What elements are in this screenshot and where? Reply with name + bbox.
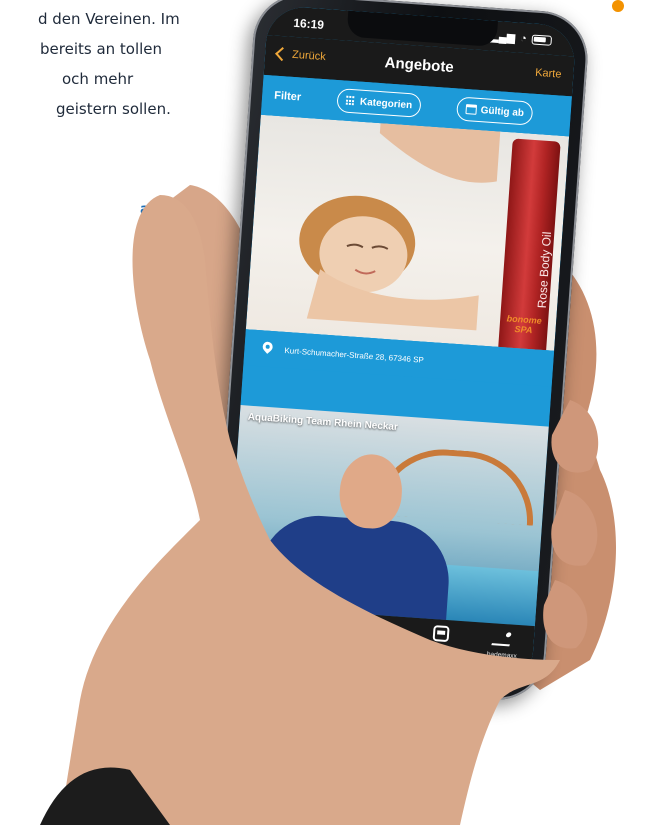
massage-photo bbox=[299, 123, 501, 331]
tab-stadt-speyer[interactable]: ♜ Stadt Speyer bbox=[348, 619, 410, 652]
article-line: d den Vereinen. Im bbox=[38, 10, 180, 28]
background-article: d den Vereinen. Im bereits an tollen och… bbox=[0, 0, 200, 400]
tab-label: Mobilität bbox=[427, 646, 453, 656]
valid-from-label: Gültig ab bbox=[480, 104, 525, 119]
categories-label: Kategorien bbox=[359, 96, 413, 111]
wave-logo-icon bbox=[303, 622, 333, 640]
categories-button[interactable]: Kategorien bbox=[336, 88, 422, 118]
location-pin-icon bbox=[262, 341, 273, 356]
tab-label: Start bbox=[248, 634, 263, 643]
article-line: nden! bbox=[160, 350, 200, 368]
tab-label: bademaxx bbox=[486, 650, 518, 660]
grid-icon bbox=[345, 95, 357, 107]
smartphone: 16:19 ▂▄▆ ◔ Zurück Angebote Karte Filter… bbox=[208, 0, 591, 703]
article-heading: en bbox=[154, 230, 175, 248]
status-icons: ▂▄▆ ◔ bbox=[490, 30, 553, 47]
tab-start[interactable]: Start bbox=[225, 611, 287, 644]
bottle-brand-logo: bonome SPA bbox=[506, 313, 543, 336]
battery-icon bbox=[531, 33, 553, 46]
swimmer-icon bbox=[491, 629, 515, 647]
offer-address: Kurt-Schumacher-Straße 28, 67346 SP bbox=[284, 345, 425, 365]
offer-card-aquabiking[interactable]: AquaBiking Team Rhein Neckar bbox=[226, 405, 549, 627]
valid-from-button[interactable]: Gültig ab bbox=[455, 96, 534, 126]
article-line: bereits an tollen bbox=[40, 40, 163, 58]
filter-label: Filter bbox=[273, 89, 302, 104]
home-indicator[interactable] bbox=[321, 663, 432, 676]
phone-screen: 16:19 ▂▄▆ ◔ Zurück Angebote Karte Filter… bbox=[222, 5, 577, 689]
article-line: oder bbox=[142, 290, 177, 308]
accent-dot bbox=[612, 0, 624, 12]
article-heading: altung bbox=[140, 200, 195, 218]
city-logo-icon: ♜ bbox=[373, 621, 386, 637]
status-time: 16:19 bbox=[292, 15, 325, 32]
tab-bademaxx[interactable]: bademaxx bbox=[472, 628, 534, 661]
wifi-icon: ◔ bbox=[519, 32, 528, 45]
tab-label: Stadt Speyer bbox=[359, 641, 398, 652]
article-line: ights bbox=[160, 320, 197, 338]
map-button[interactable]: Karte bbox=[535, 67, 562, 81]
offer-title: AquaBiking Team Rhein Neckar bbox=[247, 411, 399, 434]
article-line: geistern sollen. bbox=[56, 100, 171, 118]
tab-mobilitaet[interactable]: Mobilität bbox=[410, 624, 472, 657]
article-line: och mehr bbox=[62, 70, 134, 88]
bus-icon bbox=[432, 625, 450, 643]
home-icon bbox=[247, 612, 266, 629]
article-line: der hält bbox=[136, 260, 195, 278]
person-head bbox=[337, 452, 405, 531]
offer-card-spa[interactable]: Rose Body Oil bonome SPA bbox=[245, 114, 570, 351]
calendar-icon bbox=[465, 104, 478, 115]
tab-stadtwerke-speyer[interactable]: Stadtwerke Speyer bbox=[287, 615, 349, 648]
